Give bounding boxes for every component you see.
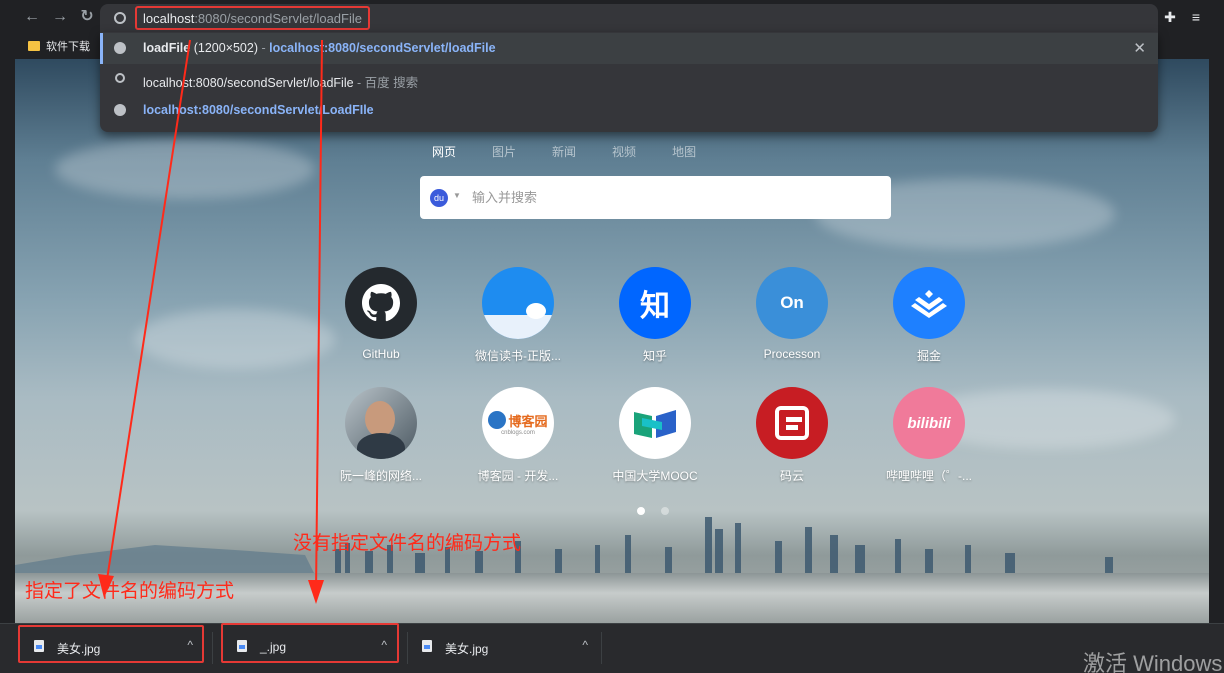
shortcut-bilibili[interactable]: bilibili 哔哩哔哩（゜-...	[874, 387, 984, 484]
globe-icon	[114, 12, 126, 24]
close-icon[interactable]: ✕	[1133, 39, 1146, 57]
annotation-no-encoding: 没有指定文件名的编码方式	[293, 533, 522, 554]
globe-icon	[114, 42, 126, 54]
download-filename: 美女.jpg	[445, 642, 489, 656]
tab-map[interactable]: 地图	[672, 145, 696, 159]
playlist-icon[interactable]: ≡	[1188, 9, 1204, 25]
search-tabs: 网页 图片 新闻 视频 地图	[432, 143, 732, 160]
shortcut-github[interactable]: GitHub	[326, 267, 436, 361]
shortcut-weread[interactable]: 微信读书-正版...	[463, 267, 573, 364]
shortcut-label: 码云	[779, 469, 804, 483]
mooc-icon	[619, 387, 691, 459]
back-arrow-icon[interactable]: ←	[22, 7, 42, 27]
folder-icon	[28, 41, 40, 51]
suggestion-meta: (1200×502)	[190, 41, 258, 55]
suggestion-title: loadFile	[143, 41, 191, 55]
cnblogs-logo-text: 博客园	[508, 413, 548, 429]
shortcut-zhihu[interactable]: 知 知乎	[600, 267, 710, 364]
suggestion-separator: -	[258, 41, 270, 55]
gitee-icon	[756, 387, 828, 459]
shortcut-label: 阮一峰的网络...	[339, 469, 422, 483]
shortcut-label: GitHub	[362, 347, 400, 361]
url-host: localhost	[143, 11, 195, 26]
address-bar[interactable]: localhost:8080/secondServlet/loadFile	[100, 4, 1158, 32]
shortcut-label: 博客园 - 开发...	[477, 469, 559, 483]
url-path: :8080/secondServlet/loadFile	[194, 11, 362, 26]
highlight-box	[221, 623, 399, 663]
processon-icon: On	[756, 267, 828, 339]
cloud	[135, 309, 335, 369]
search-icon	[115, 73, 125, 83]
suggestion-item[interactable]: localhost:8080/secondServlet/loadFile - …	[100, 64, 1158, 95]
chevron-down-icon[interactable]: ▼	[453, 191, 461, 200]
cloud	[55, 139, 315, 199]
chevron-up-icon[interactable]: ^	[582, 638, 588, 652]
bookmark-label: 软件下载	[46, 41, 90, 53]
divider	[601, 632, 602, 664]
shortcut-processon[interactable]: On Processon	[737, 267, 847, 361]
shortcut-mooc[interactable]: 中国大学MOOC	[600, 387, 710, 484]
image-file-icon	[422, 640, 432, 652]
puzzle-icon[interactable]: ✚	[1162, 9, 1178, 25]
avatar	[345, 387, 417, 459]
suggestion-item[interactable]: loadFile (1200×502) - localhost:8080/sec…	[100, 33, 1158, 64]
shortcut-label: 知乎	[642, 349, 667, 363]
search-box: du ▼	[420, 176, 891, 219]
tab-news[interactable]: 新闻	[552, 145, 576, 159]
highlight-box	[18, 625, 204, 663]
zhihu-icon: 知	[619, 267, 691, 339]
tab-video[interactable]: 视频	[612, 145, 636, 159]
new-tab-page: 网页 图片 新闻 视频 地图 du ▼ GitHub 微信读书-正版... 知 知乎 O…	[15, 59, 1209, 623]
juejin-icon	[893, 267, 965, 339]
tab-web[interactable]: 网页	[432, 145, 456, 159]
shortcut-label: 哔哩哔哩（゜-...	[886, 469, 972, 483]
forward-arrow-icon[interactable]: →	[50, 7, 70, 27]
cnblogs-domain: cnblogs.com	[501, 429, 535, 436]
github-icon	[345, 267, 417, 339]
bookmark-folder[interactable]: 软件下载	[28, 38, 90, 54]
shortcut-label: 中国大学MOOC	[612, 469, 698, 483]
address-url[interactable]: localhost:8080/secondServlet/loadFile	[135, 6, 370, 30]
globe-icon	[114, 104, 126, 116]
download-item[interactable]: 美女.jpg ^	[408, 624, 598, 664]
omnibox-suggestions: loadFile (1200×502) - localhost:8080/sec…	[100, 32, 1158, 132]
suggestion-url: localhost:8080/secondServlet/loadFile	[269, 41, 496, 55]
shortcut-label: Processon	[763, 347, 821, 361]
suggestion-query: localhost:8080/secondServlet/loadFile	[143, 76, 354, 90]
browser-toolbar: ← → ↻ localhost:8080/secondServlet/loadF…	[0, 0, 1224, 33]
baidu-paw-icon[interactable]: du	[430, 189, 448, 207]
suggestion-url: localhost:8080/secondServlet/LoadFIle	[143, 103, 374, 117]
activation-watermark: 激活 Windows	[1083, 651, 1223, 673]
shortcut-cnblogs[interactable]: 博客园 cnblogs.com 博客园 - 开发...	[463, 387, 573, 484]
page-dot[interactable]	[661, 507, 669, 515]
city-skyline	[15, 517, 1113, 575]
weread-icon	[482, 267, 554, 339]
shortcut-gitee[interactable]: 码云	[737, 387, 847, 484]
suggestion-item[interactable]: localhost:8080/secondServlet/LoadFIle	[100, 95, 1158, 126]
reload-icon[interactable]: ↻	[77, 7, 97, 27]
shortcut-juejin[interactable]: 掘金	[874, 267, 984, 364]
shortcut-label: 微信读书-正版...	[475, 349, 561, 363]
cnblogs-icon: 博客园 cnblogs.com	[482, 387, 554, 459]
tab-images[interactable]: 图片	[492, 145, 516, 159]
annotation-with-encoding: 指定了文件名的编码方式	[25, 581, 235, 602]
page-dots	[637, 502, 685, 520]
shortcut-label: 掘金	[916, 349, 941, 363]
shortcut-ruanyifeng[interactable]: 阮一峰的网络...	[326, 387, 436, 484]
page-dot-active[interactable]	[637, 507, 645, 515]
search-input[interactable]	[472, 187, 872, 207]
suggestion-suffix: - 百度 搜索	[353, 76, 419, 90]
divider	[212, 632, 213, 664]
bilibili-icon: bilibili	[893, 387, 965, 459]
